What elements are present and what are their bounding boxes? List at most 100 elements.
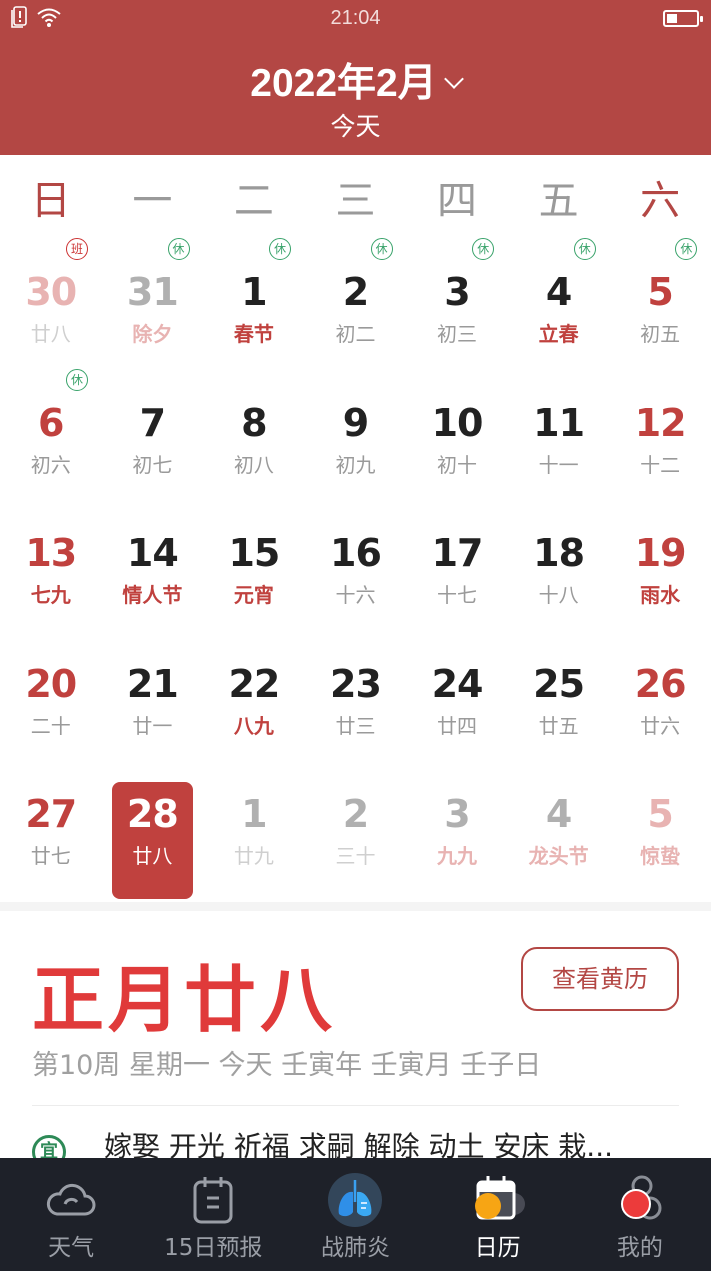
calendar-day[interactable]: 9 初九	[305, 363, 407, 494]
calendar-day[interactable]: 7 初七	[102, 363, 204, 494]
cloud-icon	[47, 1183, 96, 1216]
lunar-day: 二十	[30, 713, 71, 738]
day-number: 2	[342, 792, 369, 836]
calendar-day[interactable]: 8 初八	[203, 363, 305, 494]
lunar-day: 初三	[437, 322, 478, 346]
month-picker[interactable]: 2022年2月	[0, 52, 711, 108]
day-number: 17	[431, 531, 484, 575]
profile-icon	[620, 1175, 662, 1220]
calendar-day[interactable]: 22 八九	[203, 624, 305, 755]
today-button[interactable]: 今天	[0, 107, 711, 143]
calendar-day[interactable]: 4 龙头节	[508, 754, 610, 885]
calendar-day[interactable]: 24 廿四	[406, 624, 508, 755]
calendar-day[interactable]: 休 3 初三	[406, 232, 508, 363]
tab-label: 天气	[48, 1235, 95, 1261]
lunar-day: 初九	[335, 452, 376, 477]
lunar-day: 廿七	[30, 844, 71, 868]
calendar-day[interactable]: 休 2 初二	[305, 232, 407, 363]
day-number: 11	[533, 400, 585, 445]
day-number: 9	[342, 400, 369, 445]
lunar-day: 廿九	[233, 844, 274, 868]
calendar-day[interactable]: 16 十六	[305, 493, 407, 624]
calendar-day[interactable]: 5 惊蛰	[609, 754, 711, 885]
day-number: 3	[444, 792, 470, 836]
month-title: 2022年2月	[250, 62, 437, 105]
day-number: 5	[647, 792, 673, 836]
holiday-badge: 休	[573, 238, 596, 260]
tab-weather[interactable]: 天气	[0, 1158, 142, 1271]
section-divider	[0, 902, 711, 911]
day-number: 1	[241, 270, 267, 314]
lunar-day: 廿八	[132, 844, 173, 868]
holiday-badge: 休	[66, 368, 88, 391]
calendar-day[interactable]: 14 情人节	[102, 493, 204, 624]
calendar-day[interactable]: 12 十二	[609, 363, 711, 494]
calendar-day[interactable]: 15 元宵	[203, 493, 305, 624]
calendar-day[interactable]: 休 1 春节	[203, 232, 305, 363]
calendar-day[interactable]: 25 廿五	[508, 624, 610, 755]
calendar-day[interactable]: 27 廿七	[0, 754, 102, 885]
calendar-day[interactable]: 2 三十	[305, 754, 407, 885]
day-number: 13	[25, 531, 77, 575]
weekday-header: 日一二三四五六	[0, 168, 711, 226]
calendar-day[interactable]: 13 七九	[0, 493, 102, 624]
weekday-label: 五	[538, 178, 579, 224]
day-number: 20	[25, 661, 77, 706]
lunar-day: 初六	[30, 452, 71, 477]
tab-15day-forecast[interactable]: 15日预报	[142, 1158, 284, 1271]
calendar-day[interactable]: 休 6 初六	[0, 363, 102, 494]
festival-label: 元宵	[233, 583, 274, 607]
calendar-day[interactable]: 1 廿九	[203, 754, 305, 885]
calendar-day[interactable]: 18 十八	[508, 493, 610, 624]
calendar-day[interactable]: 休 4 立春	[508, 232, 610, 363]
calendar-day[interactable]: 11 十一	[508, 363, 610, 494]
day-number: 12	[634, 400, 687, 445]
tab-label: 战肺炎	[320, 1235, 390, 1261]
lunar-day: 廿六	[640, 713, 681, 738]
festival-label: 惊蛰	[640, 844, 681, 868]
battery-icon	[663, 10, 703, 27]
workday-badge: 班	[66, 238, 88, 260]
weekday-label: 四	[437, 178, 478, 224]
day-number: 14	[126, 531, 179, 575]
calendar-day[interactable]: 班 30 廿八	[0, 232, 102, 363]
day-number: 31	[126, 270, 179, 314]
tab-profile[interactable]: 我的	[569, 1158, 711, 1271]
festival-label: 九九	[437, 844, 478, 868]
calendar-day[interactable]: 20 二十	[0, 624, 102, 755]
calendar-day[interactable]: 21 廿一	[102, 624, 204, 755]
day-number: 8	[241, 400, 267, 445]
weekday-label: 日	[30, 178, 71, 224]
holiday-badge: 休	[167, 238, 190, 260]
weekday-label: 三	[335, 178, 376, 224]
bottom-tab-bar: 天气 15日预报 战肺炎 日历 我的	[0, 1158, 711, 1271]
lunar-date-title: 正月廿八	[32, 957, 337, 1042]
calendar-week-row: 班 30 廿八 休 31 除夕 休 1 春节休 2 初二休 3 初三休 4 立春休 5 初五	[0, 232, 711, 363]
day-number: 15	[228, 531, 280, 575]
lunar-day: 十七	[437, 583, 478, 607]
calendar-day[interactable]: 19 雨水	[609, 493, 711, 624]
calendar-day[interactable]: 休 5 初五	[609, 232, 711, 363]
tab-label: 日历	[474, 1235, 521, 1261]
day-number: 24	[431, 661, 484, 706]
tab-calendar[interactable]: 日历	[427, 1158, 569, 1271]
calendar-day[interactable]: 26 廿六	[609, 624, 711, 755]
calendar-day[interactable]: 17 十七	[406, 493, 508, 624]
tab-fight-pneumonia[interactable]: 战肺炎	[284, 1158, 426, 1271]
calendar-day-selected[interactable]: 28 廿八	[102, 754, 204, 899]
calendar-day[interactable]: 3 九九	[406, 754, 508, 885]
lunar-day: 三十	[335, 844, 376, 868]
calendar-day[interactable]: 10 初十	[406, 363, 508, 494]
lunar-day: 廿四	[437, 713, 478, 738]
calendar-day[interactable]: 23 廿三	[305, 624, 407, 755]
calendar-week-row: 20 二十 21 廿一 22 八九 23 廿三 24 廿四 25 廿五 26 廿六	[0, 624, 711, 755]
weekday-label: 一	[132, 178, 173, 224]
day-number: 26	[634, 661, 687, 706]
calendar-week-row: 27 廿七 28 廿八 1 廿九 2 三十 3 九九 4 龙头节 5 惊蛰	[0, 754, 711, 899]
lunar-day: 廿三	[335, 713, 376, 738]
view-almanac-button[interactable]: 查看黄历	[521, 947, 679, 1011]
day-number: 4	[545, 792, 572, 836]
festival-label: 龙头节	[528, 844, 589, 868]
calendar-day[interactable]: 休 31 除夕	[102, 232, 204, 363]
festival-label: 除夕	[132, 322, 173, 346]
